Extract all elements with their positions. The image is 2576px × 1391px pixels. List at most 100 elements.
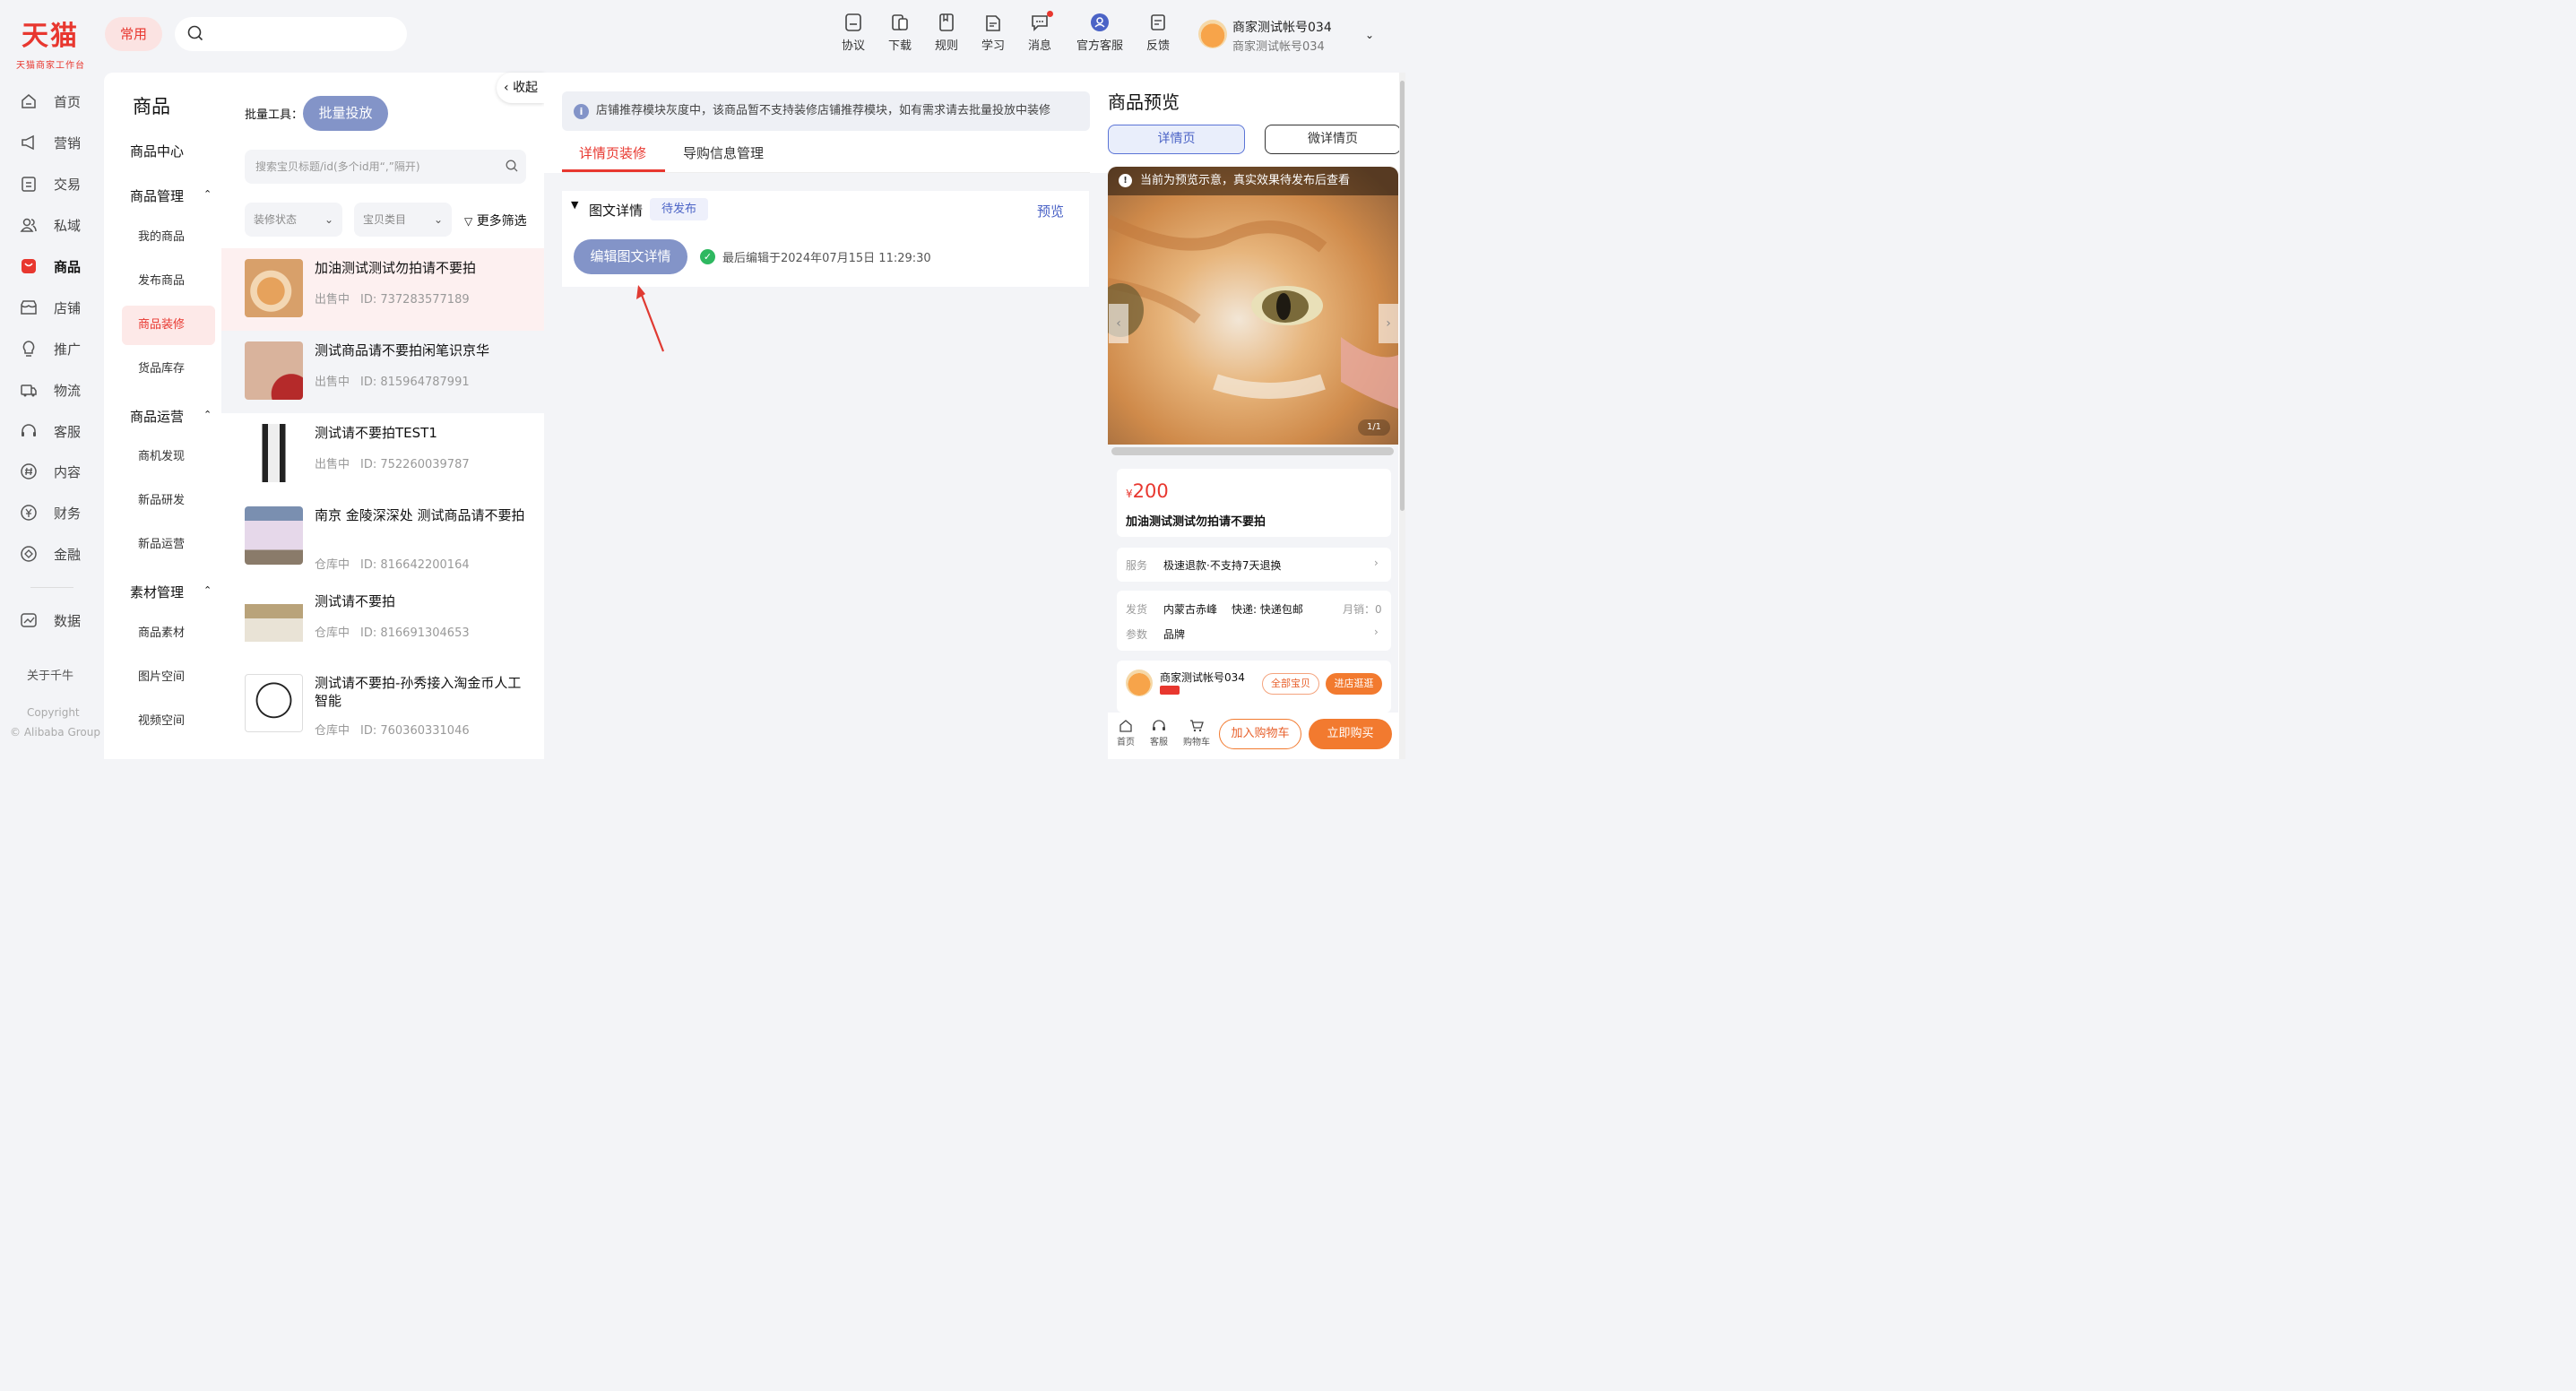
tool-learn[interactable]: 学习 [968, 13, 1018, 59]
product-row[interactable]: 南京 金陵深深处 测试商品请不要拍 仓库中 ID: 816642200164 [221, 496, 544, 578]
nav-label: 营销 [54, 134, 82, 151]
nav-item-trade[interactable]: 交易 [14, 168, 100, 200]
product-row[interactable]: 测试商品请不要拍闲笔识京华 出售中 ID: 815964787991 [221, 331, 544, 413]
nav-item-content[interactable]: 内容 [14, 455, 100, 488]
subnav-item-new-operations[interactable]: 新品运营 [122, 525, 215, 565]
about-link[interactable]: 关于千牛 [27, 666, 73, 683]
nav-item-products[interactable]: 商品 [14, 250, 100, 282]
nav-label: 物流 [54, 382, 82, 399]
subnav-item-opportunity[interactable]: 商机发现 [122, 437, 215, 477]
tool-label: 下载 [887, 39, 912, 53]
collapse-button[interactable]: ‹ 收起 [497, 73, 544, 103]
finance-icon [21, 505, 37, 521]
subnav-group-materials[interactable]: 素材管理 ⌃ [130, 583, 212, 601]
chevron-down-icon[interactable]: ⌄ [1365, 29, 1374, 41]
nav-item-finance[interactable]: 财务 [14, 497, 100, 529]
headset-icon [1153, 720, 1165, 730]
nav-label: 店铺 [54, 299, 82, 316]
tool-support[interactable]: 官方客服 [1074, 13, 1126, 59]
subnav-item-decoration[interactable]: 商品装修 [122, 306, 215, 345]
status-badge: 待发布 [650, 198, 708, 220]
nav-item-marketing[interactable]: 营销 [14, 126, 100, 159]
search-icon[interactable] [506, 160, 518, 172]
subnav-item-video-space[interactable]: 视频空间 [122, 702, 215, 741]
product-search-input[interactable]: 搜索宝贝标题/id(多个id用“,”隔开) [245, 150, 526, 184]
product-row[interactable]: 加油测试测试勿拍请不要拍 出售中 ID: 737283577189 [221, 248, 544, 331]
subnav-item-inventory[interactable]: 货品库存 [122, 350, 215, 389]
product-thumbnail [245, 259, 303, 317]
batch-tools-label: 批量工具： [245, 108, 304, 122]
preview-scrollbar[interactable] [1111, 447, 1394, 455]
store-icon [21, 300, 37, 315]
subnav-center[interactable]: 商品中心 [130, 142, 184, 160]
subnav-group-operations[interactable]: 商品运营 ⌃ [130, 407, 212, 426]
nav-item-customer-service[interactable]: 客服 [14, 415, 100, 447]
account-name[interactable]: 商家测试帐号034 [1232, 18, 1332, 36]
bottom-label: 客服 [1150, 738, 1168, 747]
tool-download[interactable]: 下载 [875, 13, 925, 59]
product-row[interactable]: 测试请不要拍-孙秀接入淘金币人工智能 仓库中 ID: 760360331046 [221, 663, 544, 746]
unread-dot [1047, 11, 1053, 17]
subnav-item-materials[interactable]: 商品素材 [122, 614, 215, 653]
product-row[interactable]: 测试请不要拍TEST1 出售中 ID: 752260039787 [221, 413, 544, 496]
nav-item-logistics[interactable]: 物流 [14, 374, 100, 406]
tab-detail-decoration[interactable]: 详情页装修 [579, 143, 646, 162]
product-icon [22, 259, 36, 273]
page-scrollbar-thumb[interactable] [1400, 81, 1405, 511]
product-title: 测试请不要拍-孙秀接入淘金币人工智能 [315, 675, 522, 709]
edit-detail-button[interactable]: 编辑图文详情 [574, 239, 687, 274]
cart-icon [1190, 720, 1204, 732]
nav-item-banking[interactable]: 金融 [14, 538, 100, 570]
subnav-item-new-rd[interactable]: 新品研发 [122, 481, 215, 521]
subnav-item-publish[interactable]: 发布商品 [122, 262, 215, 301]
tmall-logo[interactable]: 天猫 [22, 22, 79, 52]
more-filters-label: 更多筛选 [476, 214, 527, 229]
tool-agreement[interactable]: 协议 [828, 13, 878, 59]
group-label: 商品管理 [130, 188, 185, 204]
info-icon: i [574, 104, 589, 119]
product-thumbnail [245, 424, 303, 482]
buy-now-button[interactable]: 立即购买 [1309, 719, 1392, 749]
nav-item-private-domain[interactable]: 私域 [14, 209, 100, 241]
carousel-next-button[interactable]: › [1379, 304, 1398, 343]
preview-link[interactable]: 预览 [1037, 202, 1064, 220]
shipping-card[interactable] [1117, 591, 1391, 651]
headset-icon [22, 424, 36, 436]
shop-avatar[interactable] [1126, 670, 1153, 696]
more-filters-button[interactable]: ▽ 更多筛选 [464, 212, 527, 229]
product-thumbnail [245, 674, 303, 732]
nav-label: 内容 [54, 463, 82, 480]
nav-item-store[interactable]: 店铺 [14, 291, 100, 324]
nav-item-home[interactable]: 首页 [14, 85, 100, 117]
tool-feedback[interactable]: 反馈 [1133, 13, 1183, 59]
nav-label: 数据 [54, 612, 82, 629]
carousel-prev-button[interactable]: ‹ [1109, 304, 1128, 343]
subnav-item-my-products[interactable]: 我的商品 [122, 218, 215, 257]
bottom-home[interactable]: 首页 [1111, 719, 1141, 747]
tab-detail-page[interactable]: 详情页 [1108, 125, 1245, 154]
chevron-down-icon[interactable]: ▼ [571, 199, 578, 211]
nav-item-promotion[interactable]: 推广 [14, 333, 100, 365]
category-select[interactable]: 宝贝类目 ⌄ [354, 203, 452, 237]
subnav-group-product-management[interactable]: 商品管理 ⌃ [130, 186, 212, 205]
all-items-button[interactable]: 全部宝贝 [1262, 673, 1319, 695]
bottom-label: 首页 [1117, 738, 1135, 747]
batch-deploy-button[interactable]: 批量投放 [303, 96, 388, 131]
global-search-input[interactable] [175, 17, 407, 51]
common-button[interactable]: 常用 [105, 17, 162, 51]
tool-label: 学习 [981, 39, 1005, 53]
product-row[interactable]: 测试请不要拍 仓库中 ID: 816691304653 [221, 582, 544, 664]
decoration-status-select[interactable]: 装修状态 ⌄ [245, 203, 342, 237]
account-avatar[interactable] [1198, 20, 1227, 48]
tool-messages[interactable]: 消息 [1015, 13, 1065, 59]
tool-rules[interactable]: 规则 [921, 13, 972, 59]
tab-guide-info[interactable]: 导购信息管理 [683, 143, 764, 162]
bottom-cart[interactable]: 购物车 [1180, 719, 1214, 747]
add-to-cart-button[interactable]: 加入购物车 [1219, 719, 1301, 749]
subnav-item-image-space[interactable]: 图片空间 [122, 658, 215, 697]
bottom-service[interactable]: 客服 [1144, 719, 1174, 747]
nav-item-data[interactable]: 数据 [14, 604, 100, 636]
nav-divider [30, 587, 73, 588]
enter-shop-button[interactable]: 进店逛逛 [1326, 673, 1382, 695]
tab-micro-detail[interactable]: 微详情页 [1265, 125, 1401, 154]
